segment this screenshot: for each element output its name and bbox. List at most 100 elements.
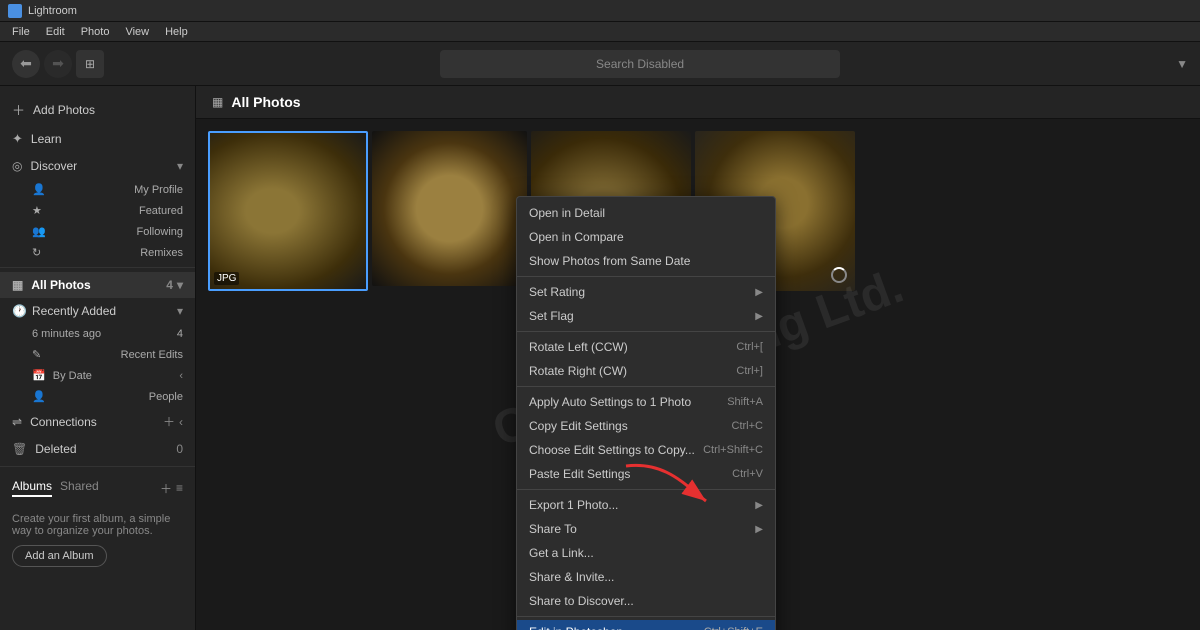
recent-edits-label: Recent Edits [121,349,183,361]
nav-back-button[interactable]: ⬅ [12,50,40,78]
ctx-share-to-label: Share To [529,522,577,536]
ctx-divider-1 [517,276,775,277]
photo-label-1: JPG [214,272,239,285]
loading-spinner-4 [831,267,847,283]
add-photos-button[interactable]: ＋ Add Photos [0,94,195,125]
nav-forward-button[interactable]: ➡ [44,50,72,78]
featured-icon: ★ [32,204,42,217]
remixes-icon: ↻ [32,246,41,259]
featured-item[interactable]: ★ Featured [0,200,195,221]
add-album-icon[interactable]: ＋ [160,480,172,497]
topbar: ⬅ ➡ ⊞ Search Disabled ▼ [0,42,1200,86]
ctx-rotate-left-label: Rotate Left (CCW) [529,340,628,354]
menu-view[interactable]: View [117,26,157,38]
albums-section: Albums Shared ＋ ≡ Create your first albu… [0,466,195,579]
recent-edits-item[interactable]: ✎ Recent Edits [0,344,195,365]
search-placeholder: Search Disabled [596,57,684,71]
ctx-paste-edit[interactable]: Paste Edit Settings Ctrl+V [517,462,775,486]
add-album-button[interactable]: Add an Album [12,545,107,567]
by-date-item[interactable]: 📅 By Date ‹ [0,365,195,386]
plus-icon: ＋ [12,100,25,119]
connections-icon: ⇌ [12,415,22,429]
list-view-icon[interactable]: ≡ [176,481,183,495]
connections-item[interactable]: ⇌ Connections ＋ ‹ [0,407,195,436]
search-bar[interactable]: Search Disabled [440,50,840,78]
content-header: ▦ All Photos [196,86,1200,119]
trash-icon: 🗑 [12,442,27,456]
recently-added-section[interactable]: 🕐 Recently Added ▾ [0,298,195,324]
add-photos-label: Add Photos [33,103,95,117]
filter-icon[interactable]: ▼ [1176,57,1188,71]
ctx-set-flag[interactable]: Set Flag ▶ [517,304,775,328]
ctx-choose-edit-copy-label: Choose Edit Settings to Copy... [529,443,695,457]
ctx-rotate-right[interactable]: Rotate Right (CW) Ctrl+] [517,359,775,383]
recently-added-time: 6 minutes ago 4 [0,324,195,344]
my-profile-item[interactable]: 👤 My Profile [0,179,195,200]
albums-tabs-row: Albums Shared ＋ ≡ [0,471,195,501]
ctx-open-compare-label: Open in Compare [529,230,624,244]
ctx-edit-photoshop[interactable]: Edit in Photoshop Ctrl+Shift+E [517,620,775,630]
connections-plus-icon[interactable]: ＋ [163,413,175,430]
following-label: Following [137,226,183,238]
tab-albums[interactable]: Albums [12,479,52,497]
menu-photo[interactable]: Photo [73,26,118,38]
ctx-show-same-date[interactable]: Show Photos from Same Date [517,249,775,273]
remixes-label: Remixes [140,247,183,259]
learn-label: Learn [31,132,62,146]
ctx-edit-photoshop-shortcut: Ctrl+Shift+E [704,626,763,630]
ctx-auto-settings[interactable]: Apply Auto Settings to 1 Photo Shift+A [517,390,775,414]
ctx-set-flag-label: Set Flag [529,309,574,323]
ctx-share-to[interactable]: Share To ▶ [517,517,775,541]
grid-view-button[interactable]: ⊞ [76,50,104,78]
ctx-open-compare[interactable]: Open in Compare [517,225,775,249]
discover-label: Discover [30,159,77,173]
ctx-rotate-left[interactable]: Rotate Left (CCW) Ctrl+[ [517,335,775,359]
all-photos-chevron-icon: ▾ [177,278,183,292]
ctx-share-to-arrow-icon: ▶ [755,524,763,535]
ctx-share-invite[interactable]: Share & Invite... [517,565,775,589]
ctx-set-flag-arrow-icon: ▶ [755,311,763,322]
ctx-divider-2 [517,331,775,332]
all-photos-item[interactable]: ▦ All Photos 4 ▾ [0,272,195,298]
discover-section[interactable]: ◎ Discover ▾ [0,153,195,179]
people-item[interactable]: 👤 People [0,386,195,407]
recent-edits-icon: ✎ [32,348,41,361]
ctx-copy-edit-label: Copy Edit Settings [529,419,628,433]
remixes-item[interactable]: ↻ Remixes [0,242,195,263]
recently-added-chevron-icon: ▾ [177,304,183,318]
people-label: People [149,391,183,403]
ctx-copy-edit[interactable]: Copy Edit Settings Ctrl+C [517,414,775,438]
ctx-show-same-date-label: Show Photos from Same Date [529,254,690,268]
connections-label: Connections [30,415,97,429]
learn-button[interactable]: ✦ Learn [0,125,195,153]
by-date-arrow-icon: ‹ [179,370,183,382]
photo-thumb-1[interactable]: JPG [208,131,368,291]
featured-label: Featured [139,205,183,217]
ctx-paste-edit-shortcut: Ctrl+V [732,468,763,480]
deleted-item[interactable]: 🗑 Deleted 0 [0,436,195,462]
photo-thumb-2[interactable] [372,131,527,286]
following-icon: 👥 [32,225,46,238]
recently-added-icon: 🕐 [12,304,28,318]
album-controls: ＋ ≡ [160,479,183,497]
add-album-area: Create your first album, a simple way to… [0,501,195,579]
menu-file[interactable]: File [4,26,38,38]
deleted-count: 0 [176,442,183,456]
ctx-set-rating[interactable]: Set Rating ▶ [517,280,775,304]
menu-help[interactable]: Help [157,26,196,38]
content-area: ▦ All Photos JPG JPG JPG Color Clipping … [196,86,1200,630]
context-menu: Open in Detail Open in Compare Show Phot… [516,196,776,630]
ctx-export[interactable]: Export 1 Photo... ▶ [517,493,775,517]
tab-shared[interactable]: Shared [60,479,99,497]
by-date-icon: 📅 [32,370,46,382]
ctx-choose-edit-copy[interactable]: Choose Edit Settings to Copy... Ctrl+Shi… [517,438,775,462]
ctx-get-link[interactable]: Get a Link... [517,541,775,565]
following-item[interactable]: 👥 Following [0,221,195,242]
ctx-share-discover[interactable]: Share to Discover... [517,589,775,613]
ctx-open-detail[interactable]: Open in Detail [517,201,775,225]
app-title: Lightroom [28,5,77,17]
all-photos-icon: ▦ [12,278,23,292]
menu-edit[interactable]: Edit [38,26,73,38]
ctx-set-rating-label: Set Rating [529,285,585,299]
ctx-rotate-right-label: Rotate Right (CW) [529,364,627,378]
